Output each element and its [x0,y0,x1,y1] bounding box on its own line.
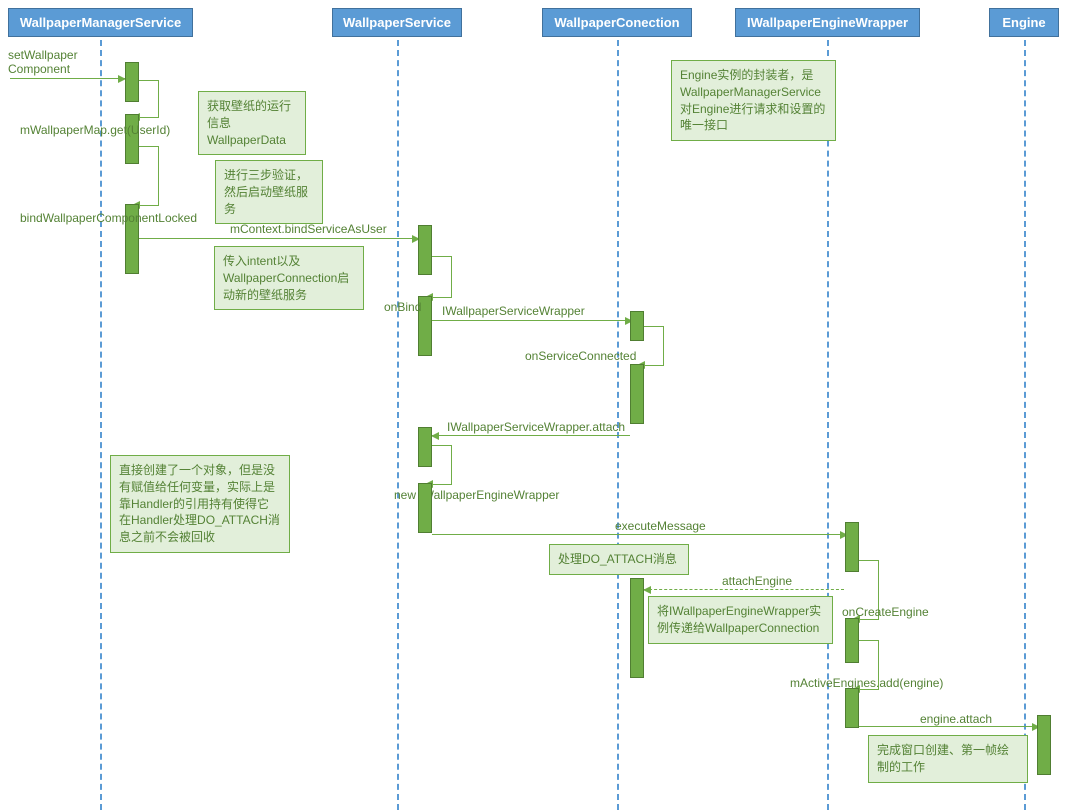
activation-p2-4 [418,483,432,533]
participant-wallpaperservice: WallpaperService [332,8,462,37]
participant-wallpapermanagerservice: WallpaperManagerService [8,8,193,37]
msg-onserviceconnected: onServiceConnected [525,349,636,363]
activation-p2-1 [418,225,432,275]
note-handler: 直接创建了一个对象，但是没有赋值给任何变量，实际上是靠Handler的引用持有使… [110,455,290,553]
participant-iwallpaperenginewrapper: IWallpaperEngineWrapper [735,8,920,37]
msg-engineattach: engine.attach [920,712,992,726]
msg-setwallpaper-2: Component [8,62,70,76]
msg-oncreateengine: onCreateEngine [842,605,929,619]
lifeline-p5 [1024,40,1026,810]
arrow-attachengine [644,589,844,590]
selfloop-newwrapper [432,445,452,485]
msg-iwsw-attach: IWallpaperServiceWrapper.attach [447,420,625,434]
selfloop-onbind [432,256,452,298]
lifeline-p4 [827,40,829,810]
selfloop-bindwallpaper [139,146,159,206]
activation-p2-3 [418,427,432,467]
arrow-engineattach [859,726,1039,727]
msg-mactive: mActiveEngines.add(engine) [790,676,943,690]
msg-onbind: onBind [384,300,421,314]
note-engine-wrapper-desc: Engine实例的封装者，是WallpaperManagerService对En… [671,60,836,141]
activation-p3-1 [630,311,644,341]
arrow-mcontextbind [139,238,419,239]
activation-p1-1 [125,62,139,102]
participant-engine: Engine [989,8,1059,37]
note-window: 完成窗口创建、第一帧绘制的工作 [868,735,1028,783]
msg-setwallpaper-1: setWallpaper [8,48,78,62]
arrow-iwsw [432,320,632,321]
participant-wallpaperconnection: WallpaperConection [542,8,692,37]
arrow-execmsg [432,534,847,535]
msg-attachengine: attachEngine [722,574,792,588]
activation-p5-1 [1037,715,1051,775]
lifeline-p2 [397,40,399,810]
arrow-setwallpaper [10,78,125,79]
note-wallpaperdata: 获取壁纸的运行信息WallpaperData [198,91,306,155]
msg-bindwallpaper: bindWallpaperComponentLocked [20,211,197,225]
msg-execmsg: executeMessage [615,519,706,533]
activation-p4-3 [845,688,859,728]
msg-mwallpapermap: mWallpaperMap.get(UserId) [20,123,170,137]
note-three-step: 进行三步验证，然后启动壁纸服务 [215,160,323,224]
selfloop-mwallpapermap [139,80,159,118]
lifeline-p1 [100,40,102,810]
msg-iwsw: IWallpaperServiceWrapper [442,304,585,318]
activation-p1-2 [125,114,139,164]
activation-p4-2 [845,618,859,663]
arrow-iwsw-attach [432,435,630,436]
activation-p3-3 [630,578,644,678]
msg-mcontextbind: mContext.bindServiceAsUser [230,222,387,236]
note-intent: 传入intent以及WallpaperConnection启动新的壁纸服务 [214,246,364,310]
selfloop-onserviceconnected [644,326,664,366]
activation-p4-1 [845,522,859,572]
note-doattach: 处理DO_ATTACH消息 [549,544,689,575]
note-pass-wrapper: 将IWallpaperEngineWrapper实例传递给WallpaperCo… [648,596,833,644]
activation-p3-2 [630,364,644,424]
